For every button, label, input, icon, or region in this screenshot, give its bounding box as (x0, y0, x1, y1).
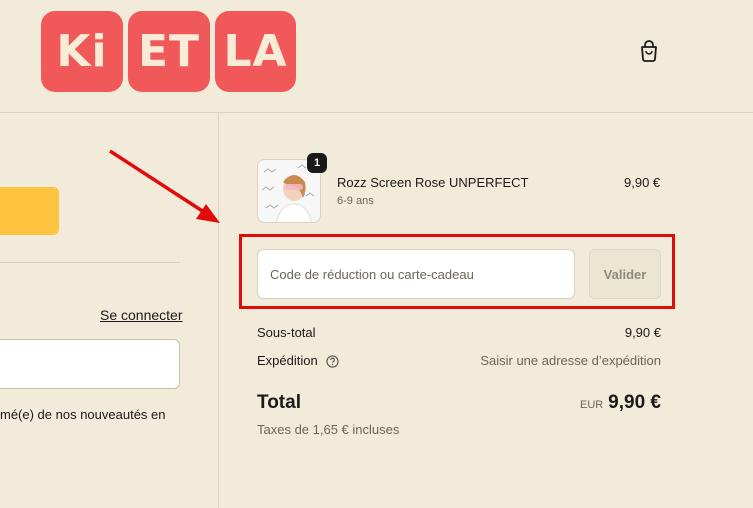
subtotal-label: Sous-total (257, 325, 316, 340)
product-price: 9,90 € (624, 175, 661, 190)
login-link[interactable]: Se connecter (100, 307, 183, 323)
express-checkout-button[interactable] (0, 187, 59, 235)
shopping-bag-icon[interactable] (639, 40, 659, 62)
quantity-badge: 1 (307, 153, 327, 173)
discount-code-input[interactable] (257, 249, 575, 299)
question-circle-icon[interactable] (326, 355, 339, 368)
email-field[interactable] (0, 339, 180, 389)
section-divider (0, 262, 180, 263)
shipping-value: Saisir une adresse d’expédition (480, 353, 661, 368)
column-divider (218, 113, 219, 508)
shipping-row: Expédition (257, 353, 339, 368)
total-value: 9,90 € (608, 392, 661, 413)
total-currency: EUR (580, 399, 604, 411)
shipping-label: Expédition (257, 353, 318, 368)
apply-discount-button[interactable]: Valider (589, 249, 661, 299)
tax-note: Taxes de 1,65 € incluses (257, 422, 400, 437)
logo-block-ki: Ki (41, 11, 123, 92)
logo[interactable]: Ki ET LA (41, 11, 296, 92)
subtotal-value: 9,90 € (624, 325, 661, 340)
newsletter-checkbox-label: mé(e) de nos nouveautés en (0, 407, 166, 422)
logo-block-la: LA (215, 11, 296, 92)
header: Ki ET LA (0, 0, 753, 113)
product-name: Rozz Screen Rose UNPERFECT (337, 175, 529, 190)
total-label: Total (257, 392, 301, 413)
logo-block-et: ET (128, 11, 210, 92)
product-variant: 6-9 ans (337, 195, 374, 207)
